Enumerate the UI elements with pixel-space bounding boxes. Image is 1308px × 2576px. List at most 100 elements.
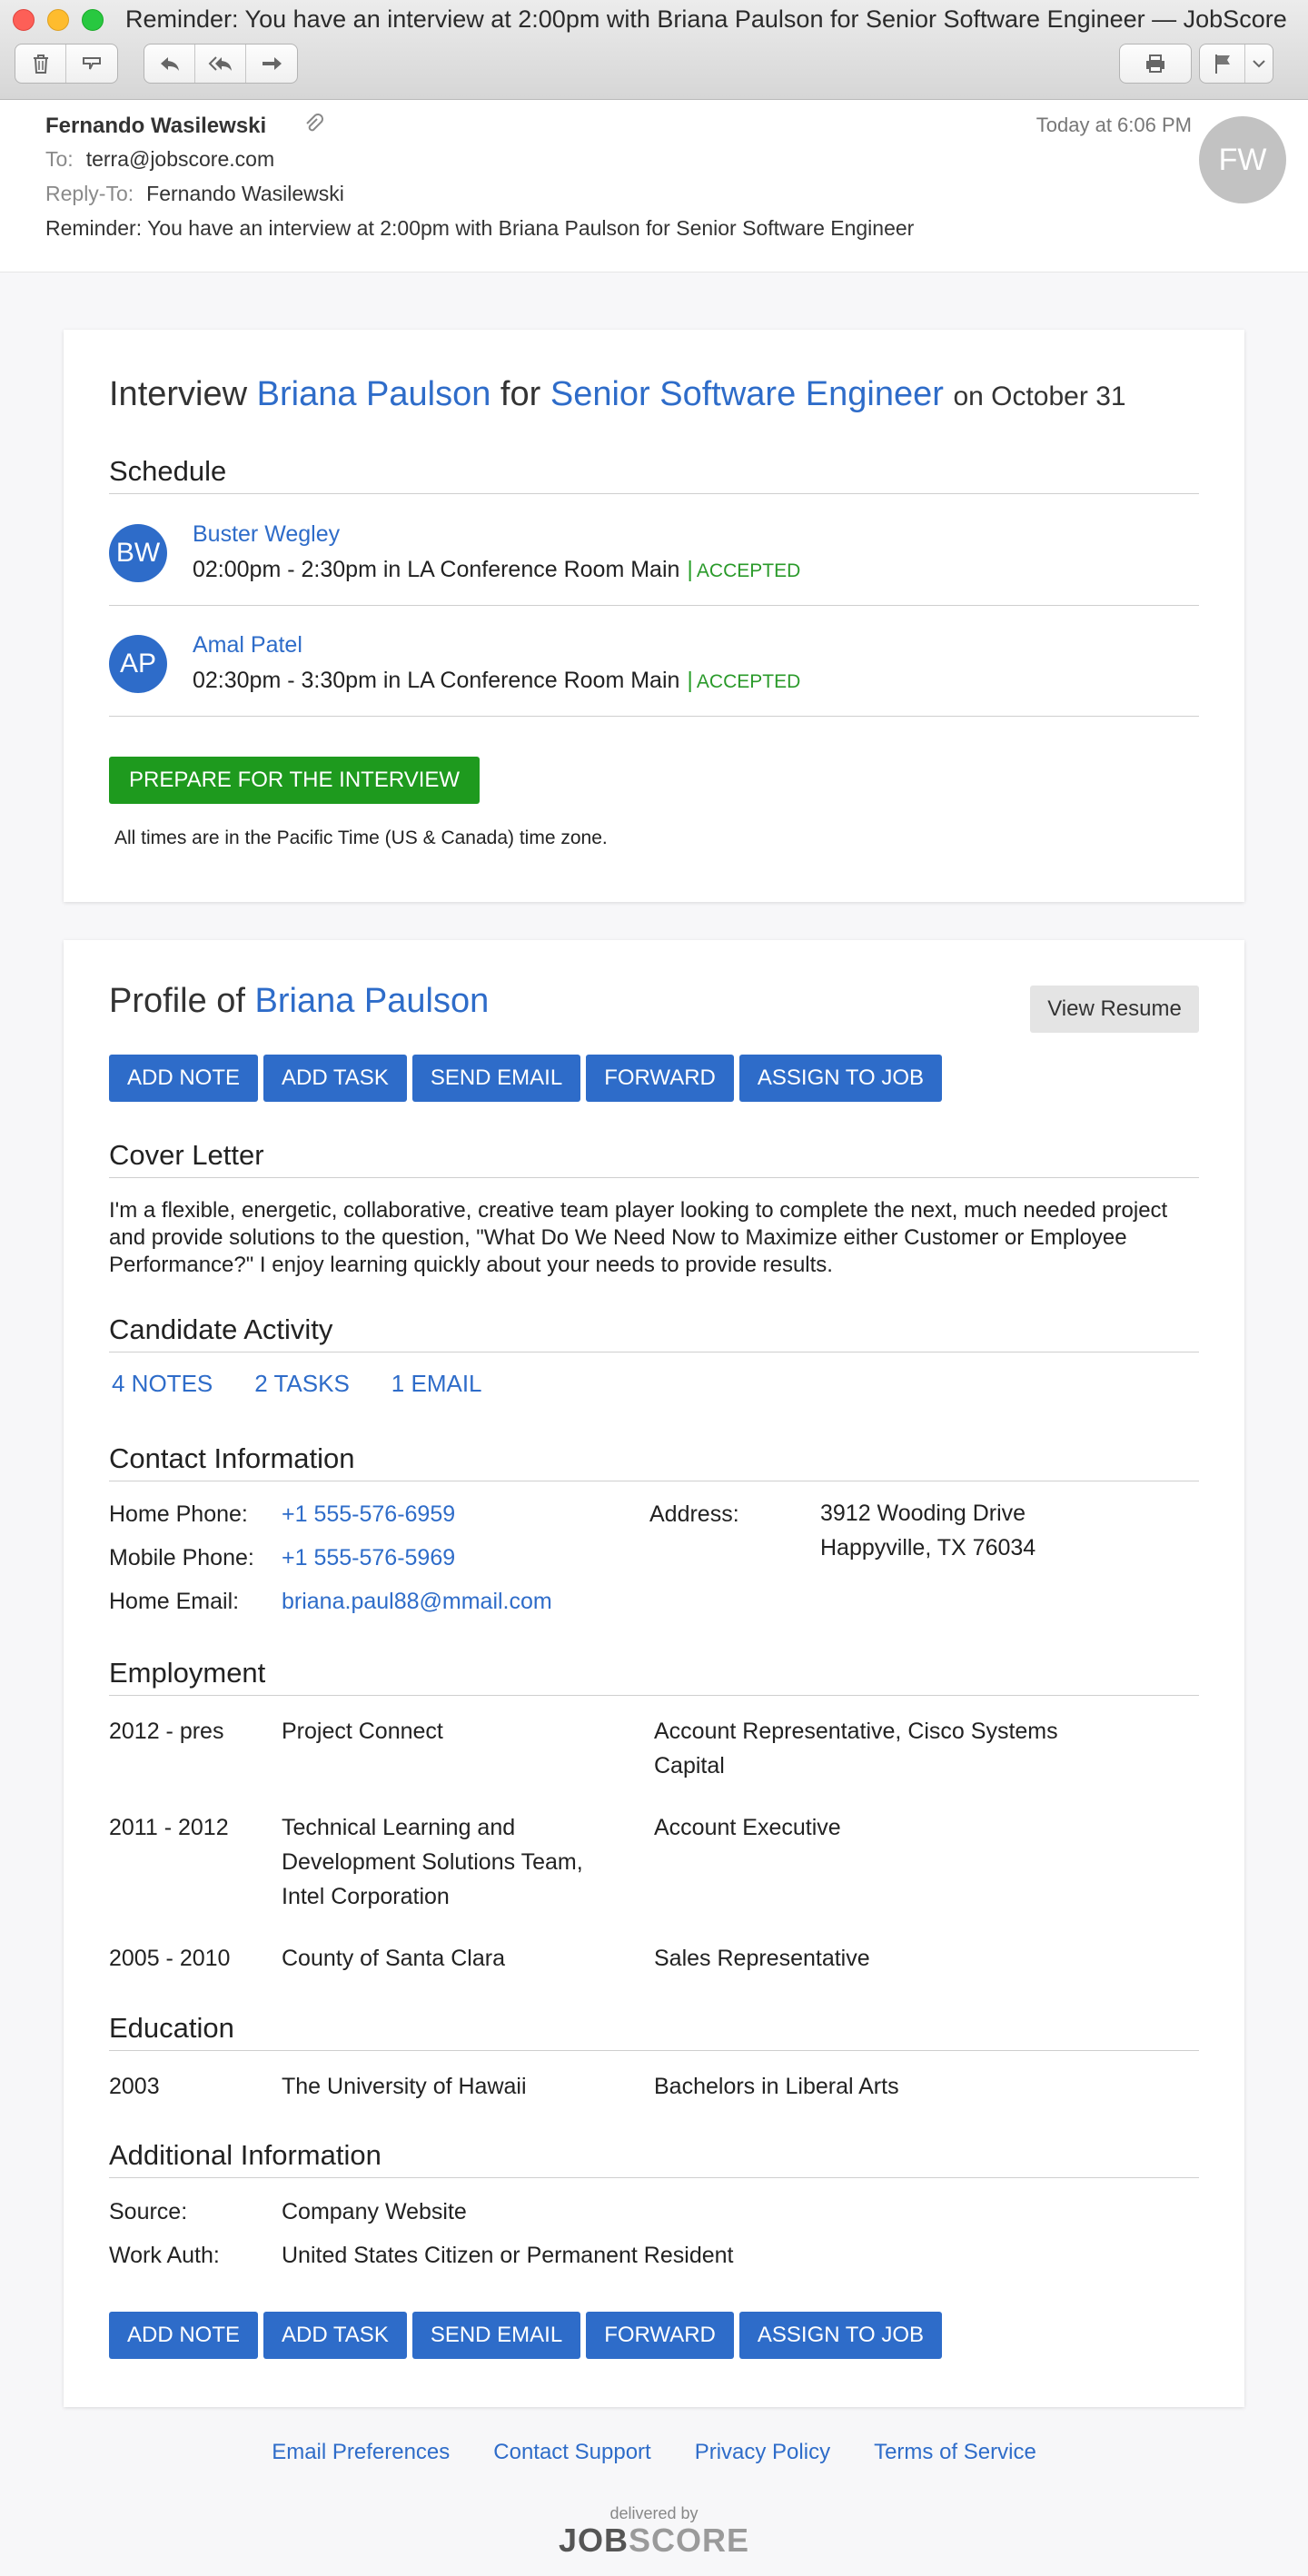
mobile-phone-row: Mobile Phone: +1 555-576-5969 (109, 1545, 455, 1571)
terms-of-service-link[interactable]: Terms of Service (874, 2440, 1036, 2465)
view-resume-button[interactable]: View Resume (1030, 986, 1199, 1033)
employment-role: Account Executive (654, 1815, 841, 1840)
email-preferences-link[interactable]: Email Preferences (272, 2440, 450, 2465)
home-email-link[interactable]: briana.paul88@mmail.com (282, 1589, 552, 1614)
delete-button[interactable] (15, 45, 66, 83)
add-note-button[interactable]: ADD NOTE (109, 2312, 259, 2359)
schedule-time-text: 02:30pm - 3:30pm in LA Conference Room M… (193, 668, 680, 693)
schedule-separator: | (687, 668, 693, 693)
to-label: To: (45, 147, 74, 171)
junk-button[interactable] (66, 45, 117, 83)
contact-heading: Contact Information (109, 1442, 1199, 1481)
forward-icon (263, 57, 282, 70)
interviewer-name[interactable]: Amal Patel (193, 632, 302, 659)
interview-date: on October 31 (953, 381, 1126, 411)
forward-candidate-button[interactable]: FORWARD (586, 2312, 734, 2359)
address-label: Address: (649, 1501, 739, 1527)
employment-years: 2012 - pres (109, 1719, 224, 1744)
profile-candidate-link[interactable]: Briana Paulson (255, 982, 490, 1020)
contact-support-link[interactable]: Contact Support (493, 2440, 650, 2465)
interviewer-name[interactable]: Buster Wegley (193, 521, 340, 548)
home-phone-link[interactable]: +1 555-576-6959 (282, 1501, 455, 1527)
assign-to-job-button[interactable]: ASSIGN TO JOB (738, 2312, 943, 2359)
reply-icon (160, 57, 179, 71)
delivered-by-text: delivered by (609, 2504, 699, 2522)
jobscore-logo[interactable]: JOBSCORE (0, 2522, 1308, 2560)
profile-title-prefix: Profile of (109, 982, 245, 1020)
work-auth-value: United States Citizen or Permanent Resid… (282, 2243, 734, 2268)
sender-name[interactable]: Fernando Wasilewski (45, 114, 266, 139)
send-email-button[interactable]: SEND EMAIL (411, 1055, 581, 1102)
interview-title-prefix: Interview (109, 375, 248, 413)
address-value: 3912 Wooding Drive Happyville, TX 76034 (820, 1496, 1036, 1565)
source-row: Source: Company Website (109, 2199, 467, 2225)
emails-link[interactable]: 1 EMAIL (391, 1370, 482, 1398)
window-titlebar: Reminder: You have an interview at 2:00p… (0, 0, 1308, 100)
privacy-policy-link[interactable]: Privacy Policy (695, 2440, 830, 2465)
candidate-link[interactable]: Briana Paulson (257, 375, 491, 413)
work-auth-row: Work Auth: United States Citizen or Perma… (109, 2243, 733, 2269)
flag-button[interactable] (1200, 45, 1245, 83)
close-window-button[interactable] (13, 9, 35, 31)
reply-to-address[interactable]: Fernando Wasilewski (146, 182, 344, 205)
window-title: Reminder: You have an interview at 2:00p… (125, 5, 1287, 33)
chevron-down-icon (1253, 60, 1265, 68)
employment-heading: Employment (109, 1657, 1199, 1696)
interview-title-for: for (500, 375, 541, 413)
reply-all-button[interactable] (195, 45, 246, 83)
employment-role: Sales Representative (654, 1946, 870, 1971)
schedule-row: AP Amal Patel 02:30pm - 3:30pm in LA Con… (109, 606, 1199, 717)
minimize-window-button[interactable] (47, 9, 69, 31)
window-controls (13, 9, 104, 31)
assign-to-job-button[interactable]: ASSIGN TO JOB (738, 1055, 943, 1102)
employment-org: Technical Learning and Development Solut… (282, 1815, 583, 1909)
add-task-button[interactable]: ADD TASK (263, 1055, 407, 1102)
toolbar-delete-group (15, 44, 118, 84)
toolbar-print-group (1119, 44, 1192, 84)
schedule-time: 02:00pm - 2:30pm in LA Conference Room M… (193, 557, 800, 583)
logo-job: JOB (558, 2522, 629, 2559)
profile-title: Profile of Briana Paulson (109, 982, 489, 1021)
interview-card: Interview Briana Paulson for Senior Soft… (64, 330, 1244, 902)
home-email-row: Home Email: briana.paul88@mmail.com (109, 1589, 552, 1615)
flag-icon (1214, 54, 1230, 74)
print-icon (1146, 54, 1164, 73)
candidate-activity-heading: Candidate Activity (109, 1313, 1199, 1352)
add-note-button[interactable]: ADD NOTE (109, 1055, 259, 1102)
toolbar (15, 44, 1273, 84)
logo-score: SCORE (629, 2522, 750, 2559)
flag-menu-button[interactable] (1245, 45, 1273, 83)
work-auth-label: Work Auth: (109, 2243, 220, 2268)
source-value: Company Website (282, 2199, 467, 2224)
mobile-phone-link[interactable]: +1 555-576-5969 (282, 1545, 455, 1570)
forward-candidate-button[interactable]: FORWARD (586, 1055, 734, 1102)
send-email-button[interactable]: SEND EMAIL (411, 2312, 581, 2359)
schedule-heading: Schedule (109, 455, 1199, 494)
source-label: Source: (109, 2199, 188, 2224)
to-line: To: terra@jobscore.com (45, 147, 274, 172)
education-heading: Education (109, 2012, 1199, 2051)
email-date: Today at 6:06 PM (1036, 114, 1192, 136)
toolbar-reply-group (144, 44, 298, 84)
schedule-separator: | (687, 557, 693, 582)
to-address[interactable]: terra@jobscore.com (86, 147, 274, 171)
interviewer-avatar: BW (109, 524, 167, 582)
prepare-interview-button[interactable]: PREPARE FOR THE INTERVIEW (109, 757, 481, 804)
print-button[interactable] (1120, 45, 1191, 83)
status-badge: ACCEPTED (696, 671, 801, 692)
forward-button[interactable] (246, 45, 297, 83)
education-degree: Bachelors in Liberal Arts (654, 2074, 899, 2099)
add-task-button[interactable]: ADD TASK (263, 2312, 407, 2359)
schedule-time: 02:30pm - 3:30pm in LA Conference Room M… (193, 668, 800, 694)
reply-button[interactable] (144, 45, 195, 83)
reply-all-icon (208, 56, 232, 71)
notes-link[interactable]: 4 NOTES (112, 1370, 213, 1398)
job-link[interactable]: Senior Software Engineer (550, 375, 944, 413)
address-line-2: Happyville, TX 76034 (820, 1535, 1036, 1560)
email-header: Fernando Wasilewski Today at 6:06 PM FW … (0, 100, 1308, 272)
sender-avatar: FW (1199, 116, 1286, 203)
cover-letter-text: I'm a flexible, energetic, collaborative… (109, 1198, 1168, 1277)
tasks-link[interactable]: 2 TASKS (254, 1370, 350, 1398)
interviewer-avatar: AP (109, 635, 167, 693)
zoom-window-button[interactable] (82, 9, 104, 31)
